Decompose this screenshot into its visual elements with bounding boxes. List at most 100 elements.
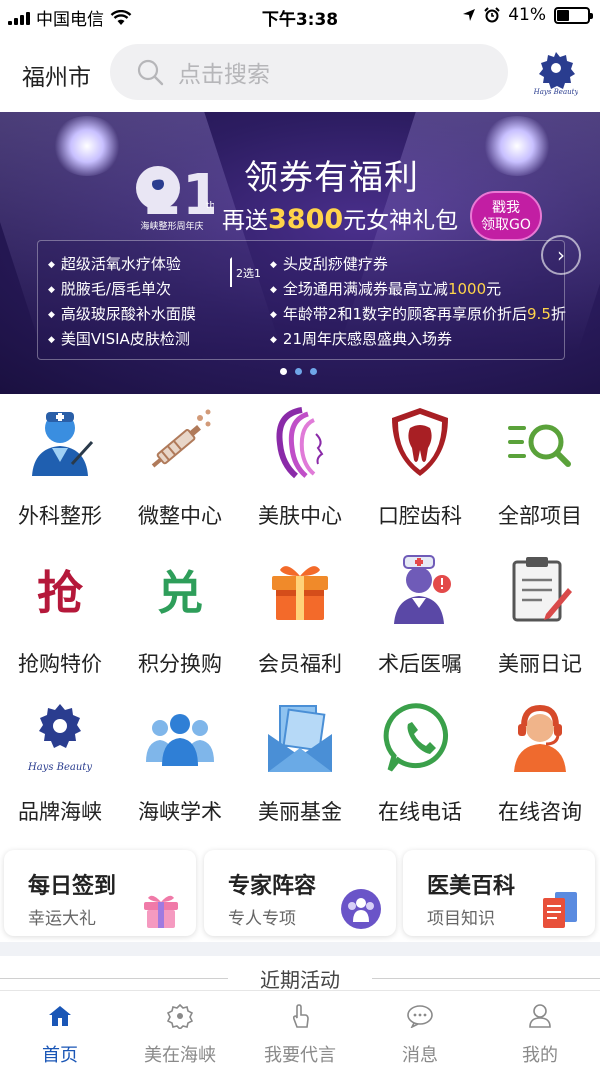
banner-subtitle: 再送3800元女神礼包 (222, 201, 458, 235)
benefit-right-highlight-2: 9.5 (527, 305, 551, 323)
phone-icon (380, 698, 460, 778)
documents-icon (539, 888, 581, 930)
benefit-right-0: 头皮刮痧健疗券 (270, 253, 388, 274)
carousel-dot-3[interactable] (310, 368, 317, 375)
header: 福州市 点击搜索 Hays Beauty (0, 40, 600, 106)
benefit-right-text-2: 年龄带2和1数字的顾客再享原价折后 (282, 305, 528, 323)
category-label: 海峡学术 (138, 800, 222, 824)
card-subtitle: 项目知识 (427, 909, 495, 929)
category-label: 在线咨询 (498, 800, 582, 824)
gift-box-icon (260, 550, 340, 630)
tooth-shield-icon (380, 402, 460, 482)
category-flash-sale[interactable]: 抢抢购特价 (0, 550, 120, 678)
feature-cards: 每日签到 幸运大礼 专家阵容 专人专项 医美百科 项目知识 (0, 846, 600, 942)
city-selector[interactable]: 福州市 (22, 58, 91, 92)
card-documents[interactable]: 医美百科 项目知识 (403, 850, 595, 936)
banner-next-button[interactable]: › (541, 235, 581, 275)
carousel-dot-2[interactable] (295, 368, 302, 375)
tab-user[interactable]: 我的 (480, 1001, 600, 1067)
benefit-right-1: 全场通用满减券最高立减1000元 (270, 278, 501, 299)
tab-brand[interactable]: 美在海峡 (120, 1001, 240, 1067)
svg-text:Hays Beauty: Hays Beauty (27, 762, 92, 773)
status-bar: 中国电信 下午3:38 41% (0, 0, 600, 32)
anniversary-sup: th (206, 201, 214, 211)
card-gift[interactable]: 每日签到 幸运大礼 (4, 850, 196, 936)
home-icon (0, 1001, 120, 1031)
benefit-right-2: 年龄带2和1数字的顾客再享原价折后9.5折 (270, 303, 566, 324)
diary-icon (500, 550, 580, 630)
category-tooth-shield[interactable]: 口腔齿科 (360, 402, 480, 530)
benefit-right-suffix-1: 元 (486, 280, 502, 298)
benefit-right-text-1: 全场通用满减券最高立减 (282, 280, 448, 298)
recent-activities-header: 近期活动 (0, 956, 600, 992)
experts-icon (340, 888, 382, 930)
card-experts[interactable]: 专家阵容 专人专项 (204, 850, 396, 936)
category-woman-profile[interactable]: 美肤中心 (240, 402, 360, 530)
brand-icon (120, 1001, 240, 1031)
category-label: 口腔齿科 (378, 504, 462, 528)
category-fund-envelope[interactable]: 美丽基金 (240, 698, 360, 826)
claim-go-button[interactable]: 戳我 领取GO (470, 191, 542, 241)
points-exchange-icon: 兑 (140, 550, 220, 630)
category-label: 会员福利 (258, 652, 342, 676)
category-phone[interactable]: 在线电话 (360, 698, 480, 826)
category-label: 品牌海峡 (18, 800, 102, 824)
card-title: 每日签到 (28, 874, 117, 899)
section-divider (0, 942, 600, 956)
woman-profile-icon (260, 402, 340, 482)
card-subtitle: 专人专项 (228, 909, 296, 929)
brand-logo-icon[interactable]: Hays Beauty (534, 50, 578, 98)
brand-logo-icon: Hays Beauty (20, 698, 100, 778)
benefit-right-text-0: 头皮刮痧健疗券 (282, 255, 388, 273)
search-input[interactable]: 点击搜索 (110, 44, 508, 100)
anniversary-caption: 海峡整形周年庆 (140, 220, 203, 232)
tab-hand[interactable]: 我要代言 (240, 1001, 360, 1067)
benefit-right-text-3: 21周年庆感恩盛典入场券 (282, 330, 453, 348)
flash-sale-icon: 抢 (20, 550, 100, 630)
category-points-exchange[interactable]: 兑积分换购 (120, 550, 240, 678)
tab-label: 我要代言 (264, 1045, 336, 1066)
gift-icon (140, 888, 182, 930)
promo-banner[interactable]: 21 th 海峡整形周年庆 领券有福利 再送3800元女神礼包 戳我 领取GO 2… (0, 112, 600, 394)
category-list-search[interactable]: 全部项目 (480, 402, 600, 530)
tab-home[interactable]: 首页 (0, 1001, 120, 1067)
category-surgeon[interactable]: 外科整形 (0, 402, 120, 530)
category-syringe[interactable]: 微整中心 (120, 402, 240, 530)
tab-label: 我的 (522, 1045, 558, 1066)
spotlight-left (52, 116, 122, 176)
location-icon (463, 9, 476, 21)
category-brand-logo[interactable]: Hays Beauty 品牌海峡 (0, 698, 120, 826)
card-subtitle: 幸运大礼 (28, 909, 96, 929)
category-label: 在线电话 (378, 800, 462, 824)
spotlight-right (482, 116, 552, 176)
section-title: 近期活动 (260, 968, 340, 992)
benefit-left-1: 脱腋毛/唇毛单次 (48, 278, 171, 299)
category-label: 全部项目 (498, 504, 582, 528)
category-label: 美丽日记 (498, 652, 582, 676)
battery-icon (554, 6, 593, 24)
category-group[interactable]: 海峡学术 (120, 698, 240, 826)
category-nurse[interactable]: 术后医嘱 (360, 550, 480, 678)
category-diary[interactable]: 美丽日记 (480, 550, 600, 678)
benefit-right-highlight-1: 1000 (447, 280, 487, 298)
category-label: 积分换购 (138, 652, 222, 676)
flash-sale-glyph: 抢 (37, 566, 83, 620)
category-gift-box[interactable]: 会员福利 (240, 550, 360, 678)
nurse-icon (380, 550, 460, 630)
tab-label: 美在海峡 (144, 1045, 216, 1066)
choose-label: 2选1 (236, 267, 261, 280)
tab-message[interactable]: 消息 (360, 1001, 480, 1067)
category-label: 外科整形 (18, 504, 102, 528)
points-exchange-glyph: 兑 (157, 566, 203, 620)
banner-subtitle-prefix: 再送 (222, 208, 268, 234)
claim-go-label-0: 戳我 (492, 200, 520, 216)
category-label: 美肤中心 (258, 504, 342, 528)
card-title: 专家阵容 (228, 874, 317, 899)
carousel-dot-1[interactable] (280, 368, 287, 375)
user-icon (480, 1001, 600, 1031)
category-consultant[interactable]: 在线咨询 (480, 698, 600, 826)
benefit-right-3: 21周年庆感恩盛典入场券 (270, 328, 452, 349)
category-label: 微整中心 (138, 504, 222, 528)
surgeon-icon (20, 402, 100, 482)
claim-go-label-1: 领取GO (481, 217, 531, 233)
